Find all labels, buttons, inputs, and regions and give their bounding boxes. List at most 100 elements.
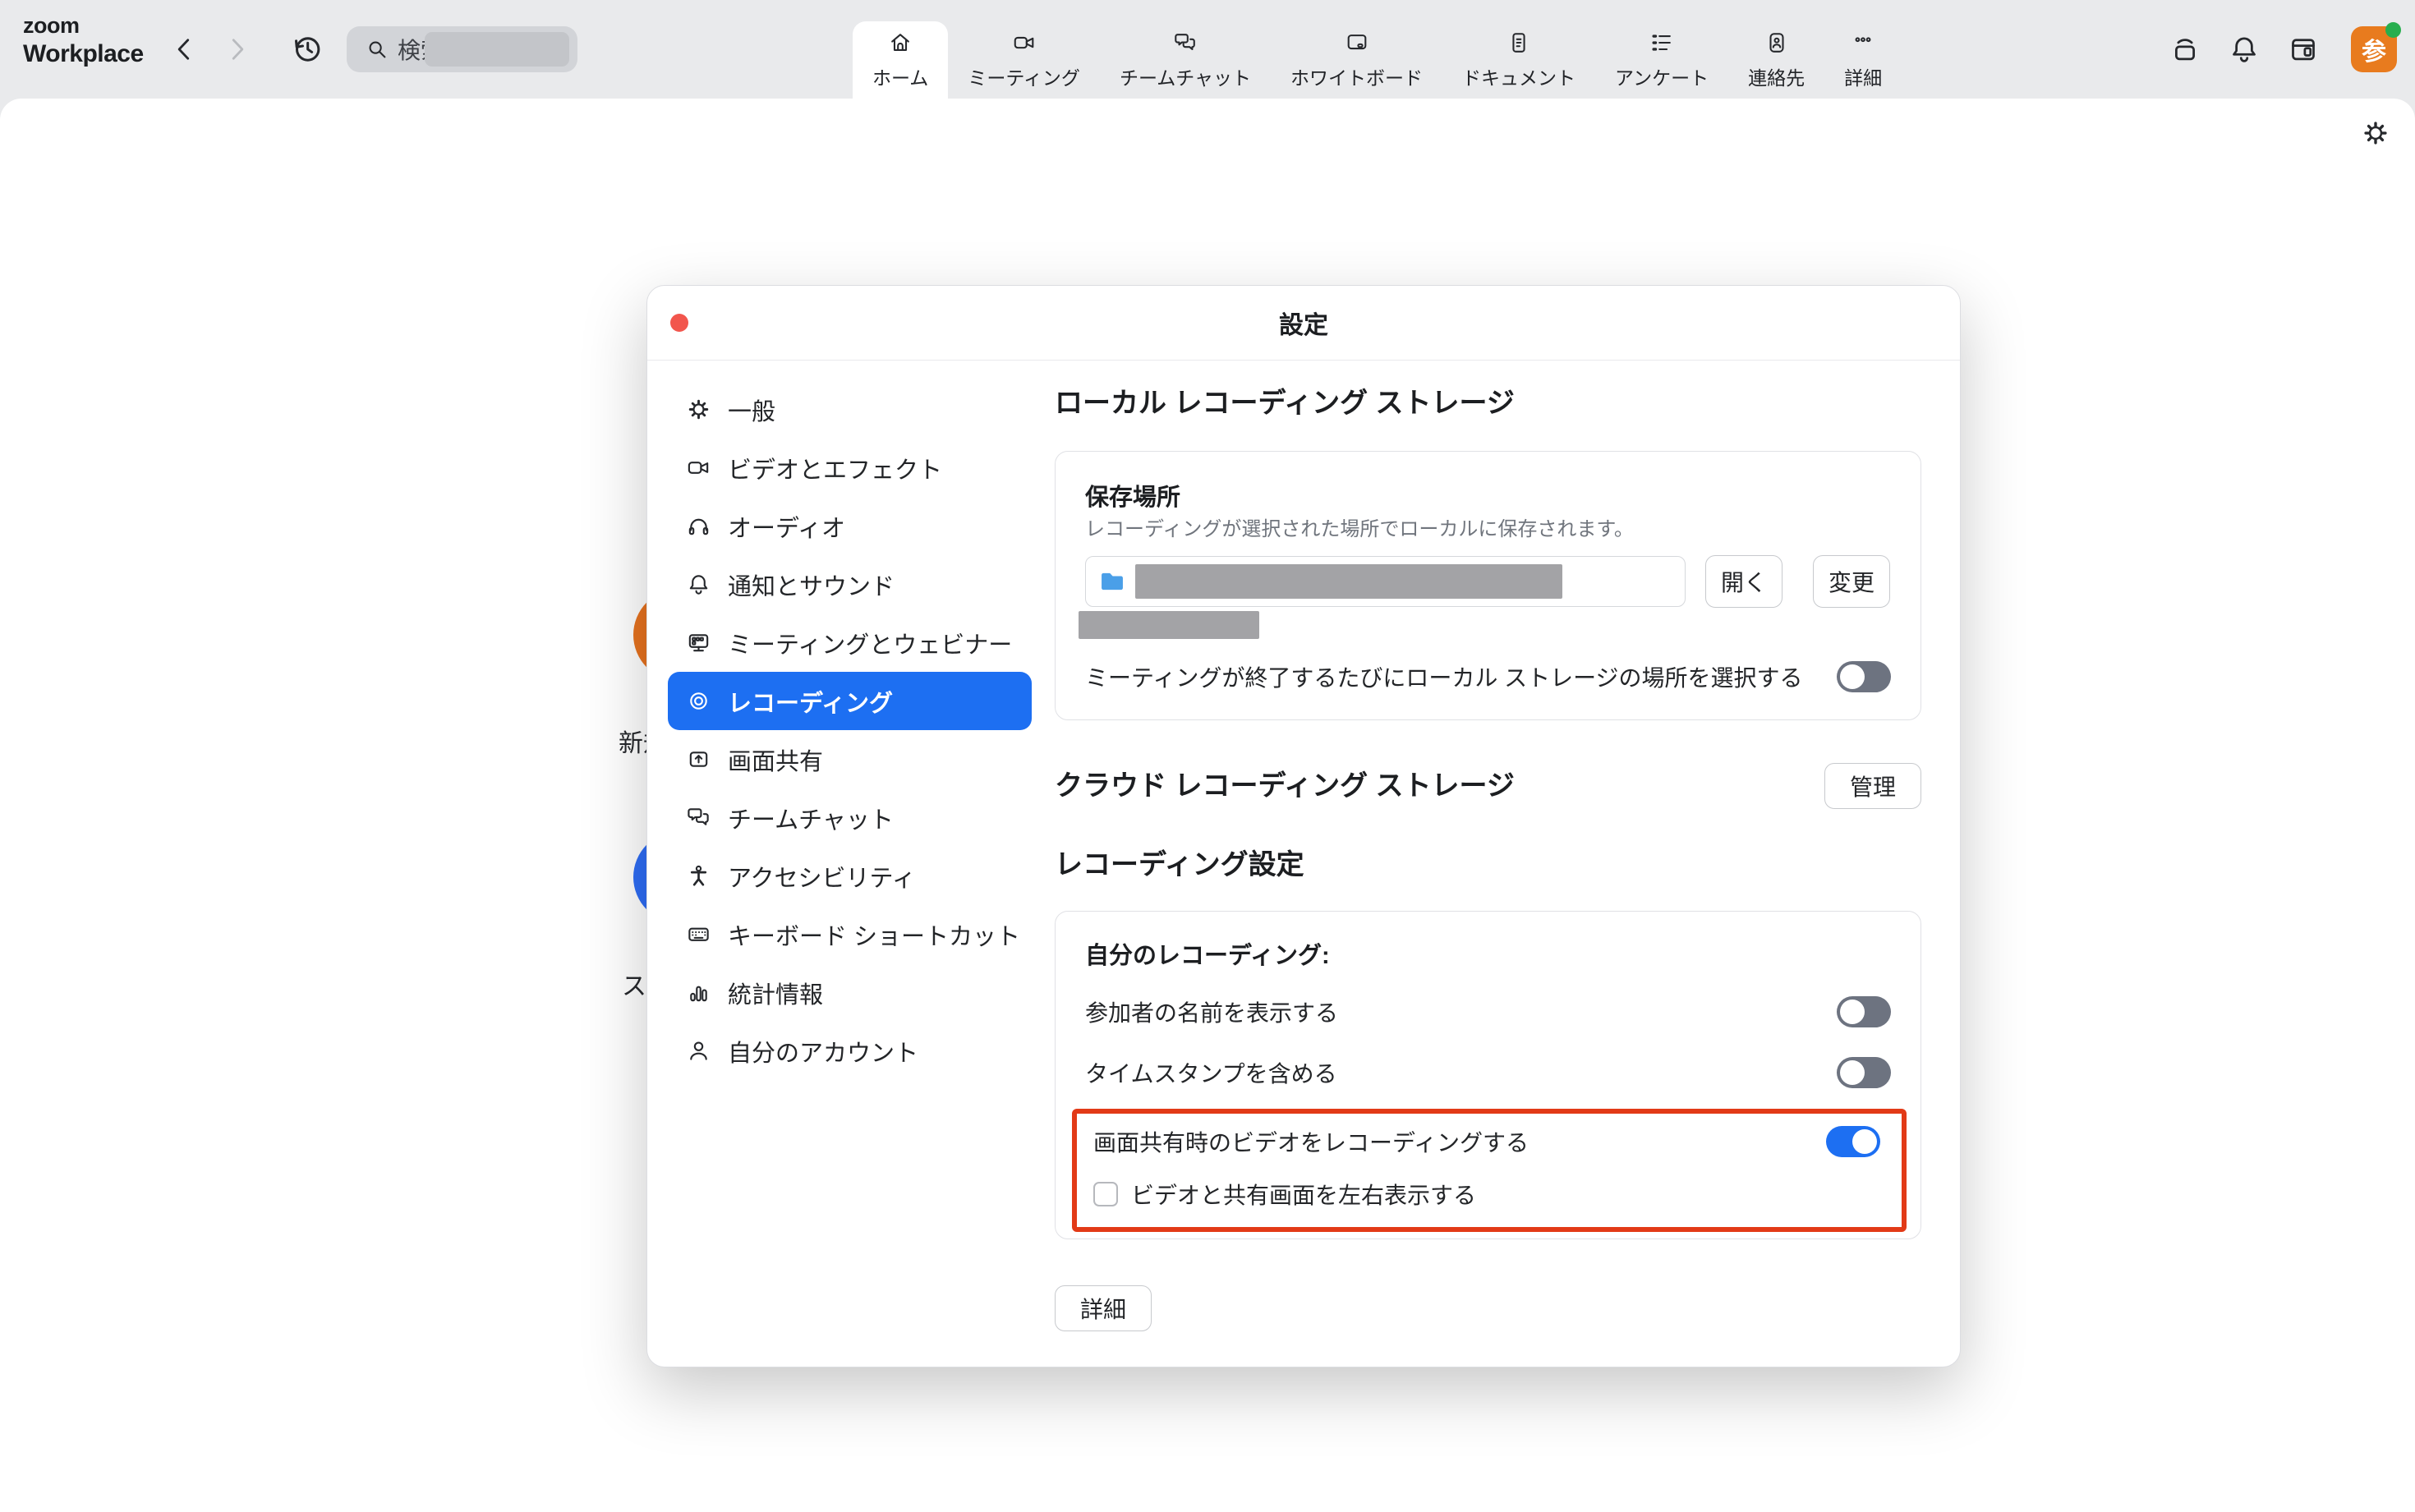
- app-window: zoom Workplace 検索 ホーム ミーティング チームチャット: [0, 0, 2415, 1512]
- sidebar-item-label: チームチャット: [728, 801, 894, 835]
- sidebar-item-label: 通知とサウンド: [728, 568, 895, 602]
- sidebar-item-general[interactable]: 一般: [668, 380, 1032, 439]
- logo-line2: Workplace: [23, 42, 144, 67]
- manage-button[interactable]: 管理: [1824, 763, 1921, 809]
- avatar-initial: 参: [2362, 31, 2386, 67]
- sidebar-item-label: キーボード ショートカット: [728, 917, 1020, 952]
- tab-label: ドキュメント: [1462, 62, 1576, 90]
- tab-team-chat[interactable]: チームチャット: [1100, 21, 1271, 99]
- sidebar-item-team-chat[interactable]: チームチャット: [668, 788, 1032, 847]
- record-icon: [686, 688, 711, 714]
- tab-label: チームチャット: [1120, 62, 1251, 90]
- notifications-bell-icon[interactable]: [2228, 33, 2261, 66]
- bell-icon: [686, 572, 711, 597]
- my-recordings-card: 自分のレコーディング: 参加者の名前を表示する タイムスタンプを含める 画面共有…: [1055, 911, 1921, 1239]
- open-button[interactable]: 開く: [1705, 555, 1782, 608]
- sidebar-item-video-effects[interactable]: ビデオとエフェクト: [668, 439, 1032, 497]
- search-icon: [365, 37, 389, 62]
- sidebar-item-recording[interactable]: レコーディング: [668, 672, 1032, 730]
- close-button[interactable]: [670, 314, 688, 332]
- back-chevron-icon[interactable]: [168, 33, 201, 66]
- tab-home[interactable]: ホーム: [853, 21, 948, 99]
- sidebar-item-label: 統計情報: [728, 976, 823, 1010]
- tab-documents[interactable]: ドキュメント: [1442, 21, 1595, 99]
- avatar[interactable]: 参: [2351, 26, 2397, 72]
- main-tab-bar: ホーム ミーティング チームチャット ホワイトボード ドキュメント アンケート: [853, 21, 1902, 99]
- folder-icon: [1097, 567, 1127, 596]
- new-meeting-label-partial: 新規: [619, 723, 647, 759]
- sidebar-item-screen-share[interactable]: 画面共有: [668, 730, 1032, 788]
- tab-meetings[interactable]: ミーティング: [948, 21, 1100, 99]
- dialog-header: 設定: [647, 286, 1960, 361]
- record-video-during-share-label: 画面共有時のビデオをレコーディングする: [1093, 1125, 1529, 1158]
- sidebar-item-label: 自分のアカウント: [728, 1034, 918, 1069]
- zoom-workplace-logo: zoom Workplace: [23, 15, 144, 67]
- meetings-screen-icon: [686, 630, 711, 655]
- tab-label: 詳細: [1844, 62, 1882, 90]
- tab-label: ミーティング: [968, 62, 1080, 90]
- person-icon: [686, 1038, 711, 1064]
- cloud-recording-heading: クラウド レコーディング ストレージ: [1055, 768, 1515, 804]
- settings-dialog: 設定 一般 ビデオとエフェクト オーディオ 通知とサウン: [646, 285, 1961, 1367]
- save-location-description: レコーディングが選択された場所でローカルに保存されます。: [1085, 517, 1891, 542]
- sidebar-item-statistics[interactable]: 統計情報: [668, 963, 1032, 1022]
- schedule-label-partial: スケ: [622, 966, 646, 1002]
- sidebar-item-keyboard-shortcuts[interactable]: キーボード ショートカット: [668, 905, 1032, 963]
- forward-chevron-icon[interactable]: [220, 33, 253, 66]
- search-input[interactable]: 検索: [347, 26, 577, 72]
- side-by-side-checkbox[interactable]: [1093, 1182, 1118, 1206]
- settings-gear-icon[interactable]: [2361, 118, 2390, 148]
- show-participant-names-label: 参加者の名前を表示する: [1085, 995, 1338, 1028]
- topbar-right-actions: 参: [2169, 0, 2397, 99]
- tab-whiteboard[interactable]: ホワイトボード: [1271, 21, 1442, 99]
- recording-path-field[interactable]: [1085, 556, 1686, 607]
- history-icon[interactable]: [289, 31, 325, 67]
- sidebar-item-label: オーディオ: [728, 509, 845, 544]
- tab-more[interactable]: 詳細: [1824, 21, 1902, 99]
- save-location-label: 保存場所: [1085, 483, 1891, 512]
- headphones-icon: [686, 513, 711, 539]
- choose-location-toggle[interactable]: [1837, 661, 1891, 692]
- documents-icon: [1506, 30, 1531, 55]
- statistics-icon: [686, 980, 711, 1005]
- record-video-during-share-toggle[interactable]: [1826, 1126, 1880, 1157]
- presence-dot: [2385, 22, 2401, 38]
- tab-contacts[interactable]: 連絡先: [1728, 21, 1824, 99]
- calendar-icon[interactable]: [2287, 33, 2320, 66]
- sidebar-item-meetings-webinars[interactable]: ミーティングとウェビナー: [668, 614, 1032, 672]
- sidebar-item-notifications[interactable]: 通知とサウンド: [668, 555, 1032, 614]
- recording-settings-panel: ローカル レコーディング ストレージ 保存場所 レコーディングが選択された場所で…: [1055, 361, 1960, 1367]
- redacted-path: [1135, 564, 1562, 599]
- tab-label: 連絡先: [1748, 62, 1805, 90]
- surveys-icon: [1649, 30, 1674, 55]
- sidebar-item-accessibility[interactable]: アクセシビリティ: [668, 847, 1032, 905]
- dialog-title: 設定: [1279, 305, 1328, 341]
- sidebar-item-label: ビデオとエフェクト: [728, 451, 942, 485]
- video-camera-icon: [1012, 30, 1037, 55]
- top-bar: zoom Workplace 検索 ホーム ミーティング チームチャット: [0, 0, 2415, 99]
- side-by-side-label: ビデオと共有画面を左右表示する: [1131, 1178, 1476, 1211]
- keyboard-icon: [686, 921, 711, 947]
- show-participant-names-toggle[interactable]: [1837, 996, 1891, 1027]
- share-to-device-icon[interactable]: [2169, 33, 2201, 66]
- advanced-button[interactable]: 詳細: [1055, 1285, 1152, 1331]
- my-recordings-label: 自分のレコーディング:: [1085, 941, 1891, 971]
- gear-icon: [686, 397, 711, 422]
- highlighted-setting-group: 画面共有時のビデオをレコーディングする ビデオと共有画面を左右表示する: [1072, 1109, 1907, 1232]
- home-icon: [888, 30, 913, 55]
- search-redacted-text: [425, 32, 569, 67]
- tab-label: アンケート: [1615, 62, 1709, 90]
- sidebar-item-audio[interactable]: オーディオ: [668, 497, 1032, 555]
- include-timestamp-toggle[interactable]: [1837, 1057, 1891, 1088]
- video-camera-icon: [686, 455, 711, 480]
- tab-label: ホワイトボード: [1290, 62, 1423, 90]
- tab-surveys[interactable]: アンケート: [1595, 21, 1728, 99]
- sidebar-item-my-account[interactable]: 自分のアカウント: [668, 1022, 1032, 1080]
- local-recording-heading: ローカル レコーディング ストレージ: [1055, 385, 1921, 421]
- more-dots-icon: [1851, 30, 1875, 55]
- change-button[interactable]: 変更: [1813, 555, 1890, 608]
- accessibility-icon: [686, 863, 711, 889]
- redacted-path-overflow: [1079, 611, 1259, 639]
- logo-line1: zoom: [23, 15, 144, 37]
- settings-sidebar: 一般 ビデオとエフェクト オーディオ 通知とサウンド ミーティングとウェビナー: [647, 361, 1055, 1367]
